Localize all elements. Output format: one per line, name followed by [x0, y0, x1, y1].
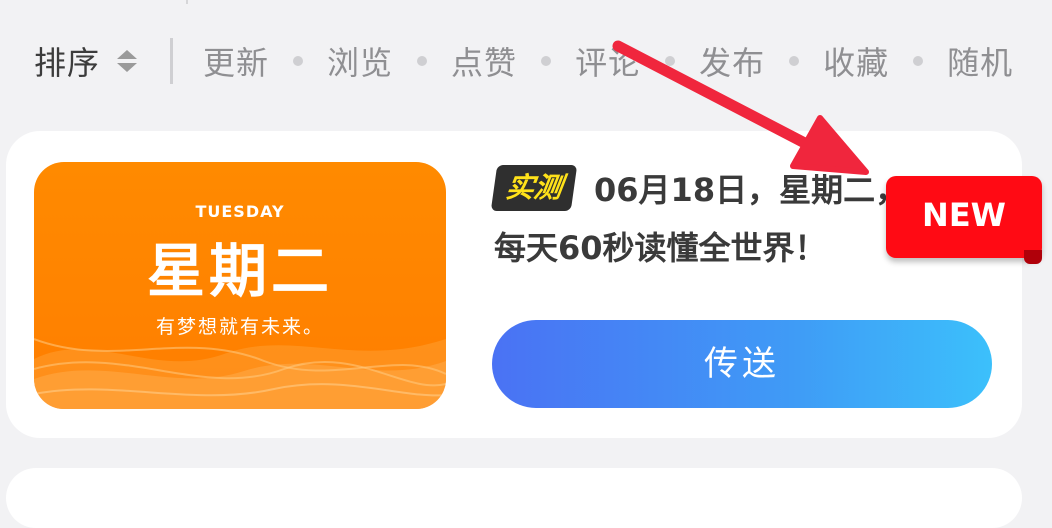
- separator-dot: [665, 56, 676, 66]
- thumbnail-motto: 有梦想就有未来。: [155, 316, 324, 338]
- separator-dot: [913, 56, 924, 66]
- sort-option-update[interactable]: 更新: [203, 38, 269, 84]
- new-badge-label: NEW: [922, 196, 1006, 234]
- thumbnail-title: 星期二: [146, 237, 333, 305]
- badge-fold: [1024, 250, 1042, 264]
- sort-option-comments[interactable]: 评论: [575, 38, 641, 84]
- sort-option-likes[interactable]: 点赞: [451, 38, 517, 84]
- sort-option-views[interactable]: 浏览: [327, 38, 393, 84]
- separator-dot: [293, 56, 304, 66]
- next-card[interactable]: [6, 468, 1022, 528]
- sort-arrows-icon[interactable]: [116, 47, 138, 75]
- article-card[interactable]: TUESDAY 星期二 有梦想就有未来。 实测 06月18日，星期二，每天60秒读…: [6, 131, 1022, 438]
- sort-divider: [170, 38, 174, 84]
- sort-option-published[interactable]: 发布: [699, 38, 765, 84]
- sort-option-favorites[interactable]: 收藏: [823, 38, 889, 84]
- top-divider: [186, 0, 188, 4]
- article-thumbnail[interactable]: TUESDAY 星期二 有梦想就有未来。: [34, 162, 446, 409]
- tested-tag: 实测: [490, 165, 578, 211]
- sort-label[interactable]: 排序: [34, 38, 100, 84]
- sort-option-random[interactable]: 随机: [947, 38, 1013, 84]
- article-title-block[interactable]: 实测 06月18日，星期二，每天60秒读懂全世界！: [490, 161, 914, 277]
- sort-bar: 排序 更新 浏览 点赞 评论 发布 收藏 随机: [34, 36, 1013, 86]
- separator-dot: [789, 56, 800, 66]
- send-button[interactable]: 传送: [492, 320, 992, 408]
- separator-dot: [541, 56, 552, 66]
- new-badge: NEW: [886, 176, 1042, 264]
- separator-dot: [417, 56, 428, 66]
- thumbnail-day: TUESDAY: [195, 202, 285, 221]
